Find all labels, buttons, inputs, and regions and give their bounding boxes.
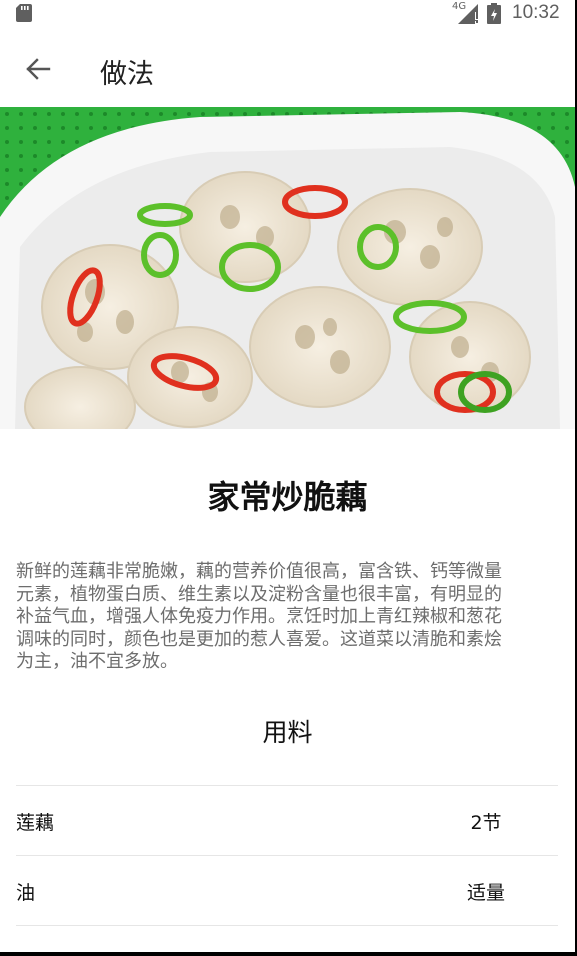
ingredient-amount: 适量 [446,948,526,952]
description-line: 为主，油不宜多放。 [16,651,178,672]
app-bar: 做法 [0,30,575,107]
page-title: 做法 [100,59,154,90]
battery-icon [487,3,501,24]
signal-icon [458,4,478,24]
recipe-description: 新鲜的莲藕非常脆嫩，藕的营养价值很高，富含铁、钙等微量 元素，植物蛋白质、维生素… [16,561,561,674]
ingredient-row: 莲藕 2节 [16,785,558,854]
dish-photo [0,107,575,429]
ingredient-name: 油 [16,882,36,904]
ingredient-row: 盐 适量 [16,925,558,952]
arrow-left-icon [26,58,51,80]
ingredient-name: 莲藕 [16,812,55,834]
description-line: 补益气血，增强人体免疫力作用。烹饪时加上青红辣椒和葱花 [16,606,502,627]
ingredient-amount: 2节 [470,812,502,834]
description-line: 调味的同时，颜色也是更加的惹人喜爱。这道菜以清脆和素烩 [16,628,502,650]
description-line: 元素，植物蛋白质、维生素以及淀粉含量也很丰富，有明显的 [16,583,502,605]
ingredient-row: 油 适量 [16,855,558,924]
ingredients-title: 用料 [262,718,313,747]
status-clock: 10:32 [512,2,560,23]
ingredient-name: 盐 [16,948,35,952]
description-line: 新鲜的莲藕非常脆嫩，藕的营养价值很高，富含铁、钙等微量 [16,561,502,582]
recipe-screen: 4G 10:32 做法 家常炒脆藕 新鲜的莲藕非常脆嫩，藕的营养价值很高，富含铁… [0,0,575,952]
dish-photo-drawing [0,107,575,429]
recipe-title: 家常炒脆藕 [207,478,368,516]
ingredient-amount: 适量 [466,882,505,904]
status-bar: 4G 10:32 [0,0,575,30]
sd-card-icon [16,4,32,22]
back-button[interactable] [18,52,58,86]
